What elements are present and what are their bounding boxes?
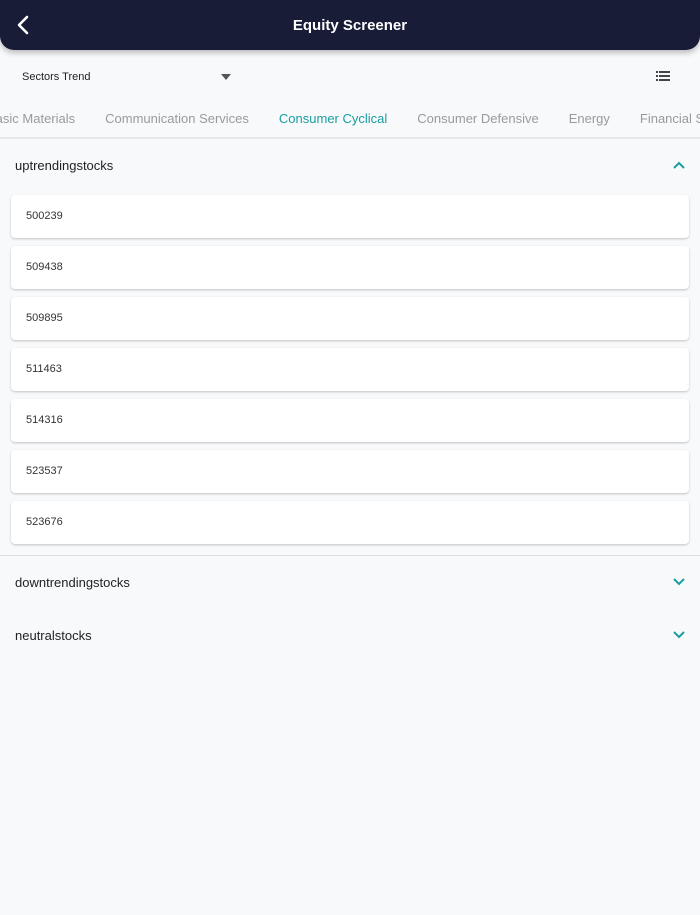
tab-communication-services[interactable]: Communication Services	[90, 100, 264, 137]
caret-down-icon	[221, 74, 231, 80]
stock-list-item[interactable]: 509895	[11, 297, 689, 340]
stock-list-item[interactable]: 500239	[11, 195, 689, 238]
tab-consumer-cyclical[interactable]: Consumer Cyclical	[264, 100, 402, 137]
tab-consumer-defensive[interactable]: Consumer Defensive	[402, 100, 553, 137]
section-title: neutralstocks	[15, 627, 92, 643]
stock-list-item[interactable]: 509438	[11, 246, 689, 289]
tab-basic-materials[interactable]: Basic Materials	[0, 100, 90, 137]
sector-tabs: Basic MaterialsCommunication ServicesCon…	[0, 100, 700, 139]
sector-dropdown[interactable]: Sectors Trend	[22, 68, 234, 86]
back-arrow-icon[interactable]	[12, 13, 36, 37]
divider	[0, 555, 700, 556]
section-title: uptrendingstocks	[15, 157, 114, 173]
section-neutralstocks[interactable]: neutralstocks	[0, 620, 700, 650]
app-bar: Equity Screener	[0, 0, 700, 50]
stock-list-item[interactable]: 511463	[11, 348, 689, 391]
page-title: Equity Screener	[292, 16, 408, 34]
chevron-down-icon	[673, 578, 685, 586]
section-downtrendingstocks[interactable]: downtrendingstocks	[0, 567, 700, 597]
list-icon[interactable]	[656, 71, 670, 81]
stock-list-item[interactable]: 523537	[11, 450, 689, 493]
chevron-up-icon	[673, 161, 685, 169]
tab-financial-services[interactable]: Financial Services	[625, 100, 700, 137]
section-uptrendingstocks[interactable]: uptrendingstocks	[0, 150, 700, 180]
dropdown-value: Sectors Trend	[22, 71, 91, 83]
tab-energy[interactable]: Energy	[554, 100, 625, 137]
chevron-down-icon	[673, 631, 685, 639]
stock-list-item[interactable]: 514316	[11, 399, 689, 442]
stock-list-item[interactable]: 523676	[11, 501, 689, 544]
section-title: downtrendingstocks	[15, 574, 130, 590]
